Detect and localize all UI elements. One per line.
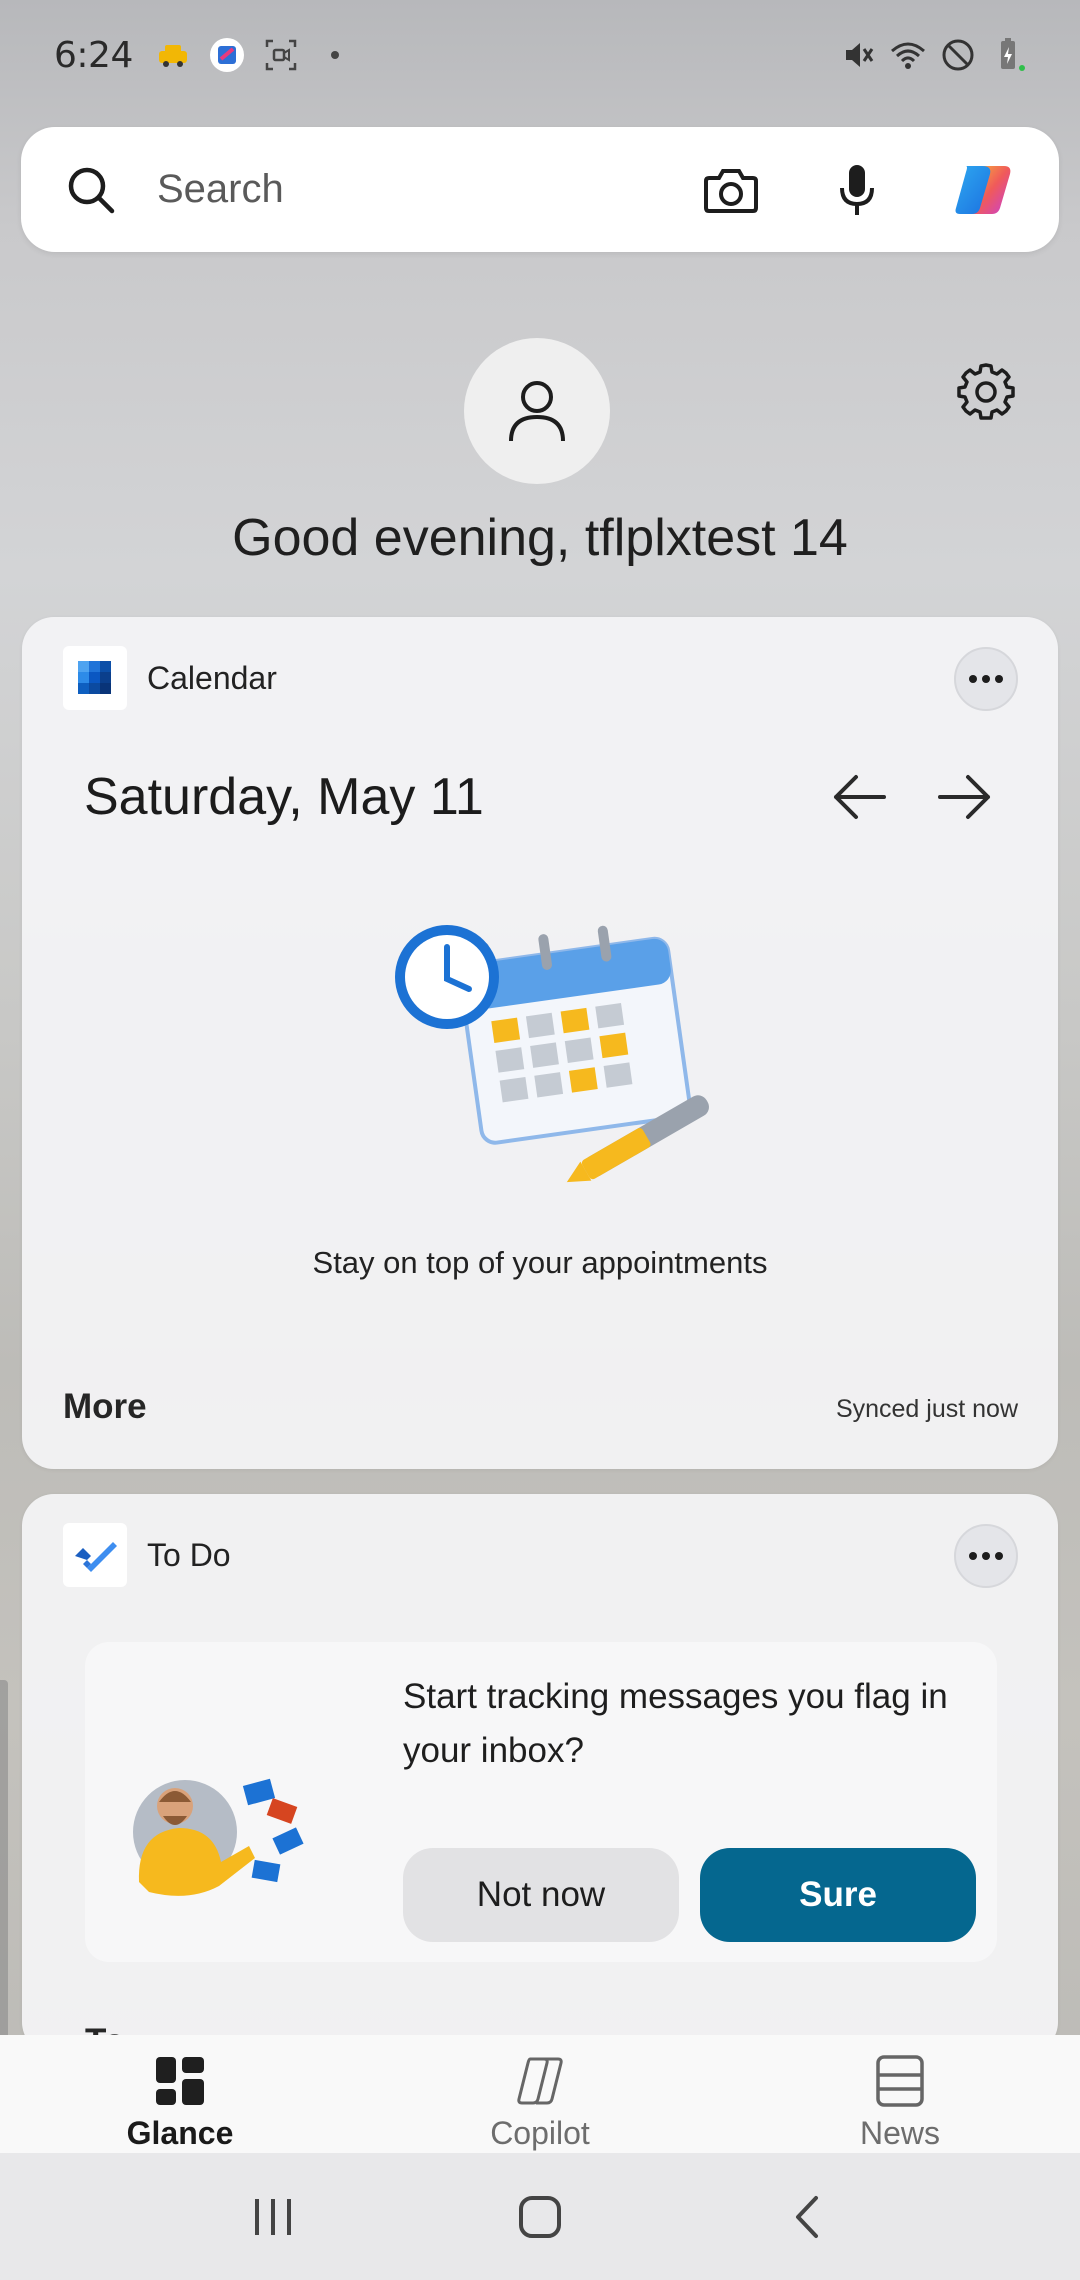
avatar[interactable] [464, 338, 610, 484]
copilot-button[interactable] [951, 158, 1015, 222]
recent-apps-icon [255, 2198, 292, 2235]
arrow-left-icon [834, 775, 886, 819]
more-horizontal-icon [969, 675, 1003, 683]
back-button[interactable] [777, 2187, 837, 2247]
search-input[interactable] [157, 167, 699, 212]
home-button[interactable] [510, 2187, 570, 2247]
mute-icon [846, 43, 874, 67]
sure-button[interactable]: Sure [700, 1848, 976, 1942]
microphone-button[interactable] [825, 158, 889, 222]
calendar-date-heading: Saturday, May 11 [84, 768, 484, 826]
search-icon [68, 167, 115, 213]
copilot-icon [517, 2057, 563, 2105]
calendar-app-logo-icon [63, 646, 127, 710]
greeting-heading: Good evening, tflplxtest 14 [232, 509, 848, 567]
calendar-sync-status: Synced just now [835, 1395, 1018, 1423]
todo-more-options-button[interactable] [954, 1524, 1018, 1588]
status-bar: 6:24 [0, 0, 1080, 110]
calendar-empty-message: Stay on top of your appointments [312, 1245, 768, 1280]
calendar-more-options-button[interactable] [954, 647, 1018, 711]
not-now-button[interactable]: Not now [403, 1848, 679, 1942]
battery-icon [1001, 38, 1025, 71]
search-bar[interactable] [21, 127, 1059, 252]
person-with-mail-illustration-icon [133, 1778, 304, 1896]
news-icon [876, 2055, 924, 2107]
calendar-clock-illustration-icon [395, 925, 709, 1183]
app-notification-icon [209, 38, 244, 72]
calendar-card-title: Calendar [147, 659, 277, 696]
status-time: 6:24 [54, 34, 133, 76]
do-not-disturb-icon [942, 39, 974, 71]
wifi-icon [891, 42, 925, 69]
glance-icon [156, 2057, 204, 2105]
settings-button[interactable] [955, 361, 1017, 423]
calendar-more-link[interactable]: More [63, 1387, 147, 1427]
todo-card-title: To Do [147, 1536, 231, 1573]
taxi-icon [158, 45, 187, 67]
camera-icon [704, 168, 758, 213]
person-icon [509, 381, 565, 442]
todo-app-logo-icon [63, 1523, 127, 1587]
flag-tracking-prompt: Start tracking messages you flag in your… [85, 1642, 997, 1962]
home-icon [518, 2195, 561, 2238]
tab-copilot-label: Copilot [490, 2115, 590, 2151]
camera-button[interactable] [699, 158, 763, 222]
todo-card: To Do Start tracking messages you flag i… [22, 1494, 1058, 2054]
microphone-icon [840, 164, 874, 215]
notification-dot-icon [330, 51, 339, 59]
copilot-logo-icon [955, 165, 1011, 214]
gear-icon [957, 363, 1015, 420]
screen-record-icon [265, 39, 297, 71]
more-horizontal-icon [969, 1552, 1003, 1560]
back-chevron-icon [795, 2195, 818, 2238]
flag-tracking-prompt-text: Start tracking messages you flag in your… [403, 1677, 948, 1770]
tab-news[interactable]: News [720, 2035, 1080, 2153]
calendar-card: Calendar Saturday, May 11 Stay on top of… [22, 617, 1058, 1469]
tab-glance-label: Glance [126, 2115, 234, 2151]
system-navigation-bar [0, 2153, 1080, 2280]
tab-glance[interactable]: Glance [0, 2035, 360, 2153]
previous-day-button[interactable] [830, 769, 890, 825]
recent-apps-button[interactable] [243, 2187, 303, 2247]
arrow-right-icon [938, 775, 990, 819]
tab-news-label: News [859, 2115, 940, 2151]
bottom-navigation: Glance Copilot News [0, 2035, 1080, 2153]
next-day-button[interactable] [934, 769, 994, 825]
tab-copilot[interactable]: Copilot [360, 2035, 720, 2153]
